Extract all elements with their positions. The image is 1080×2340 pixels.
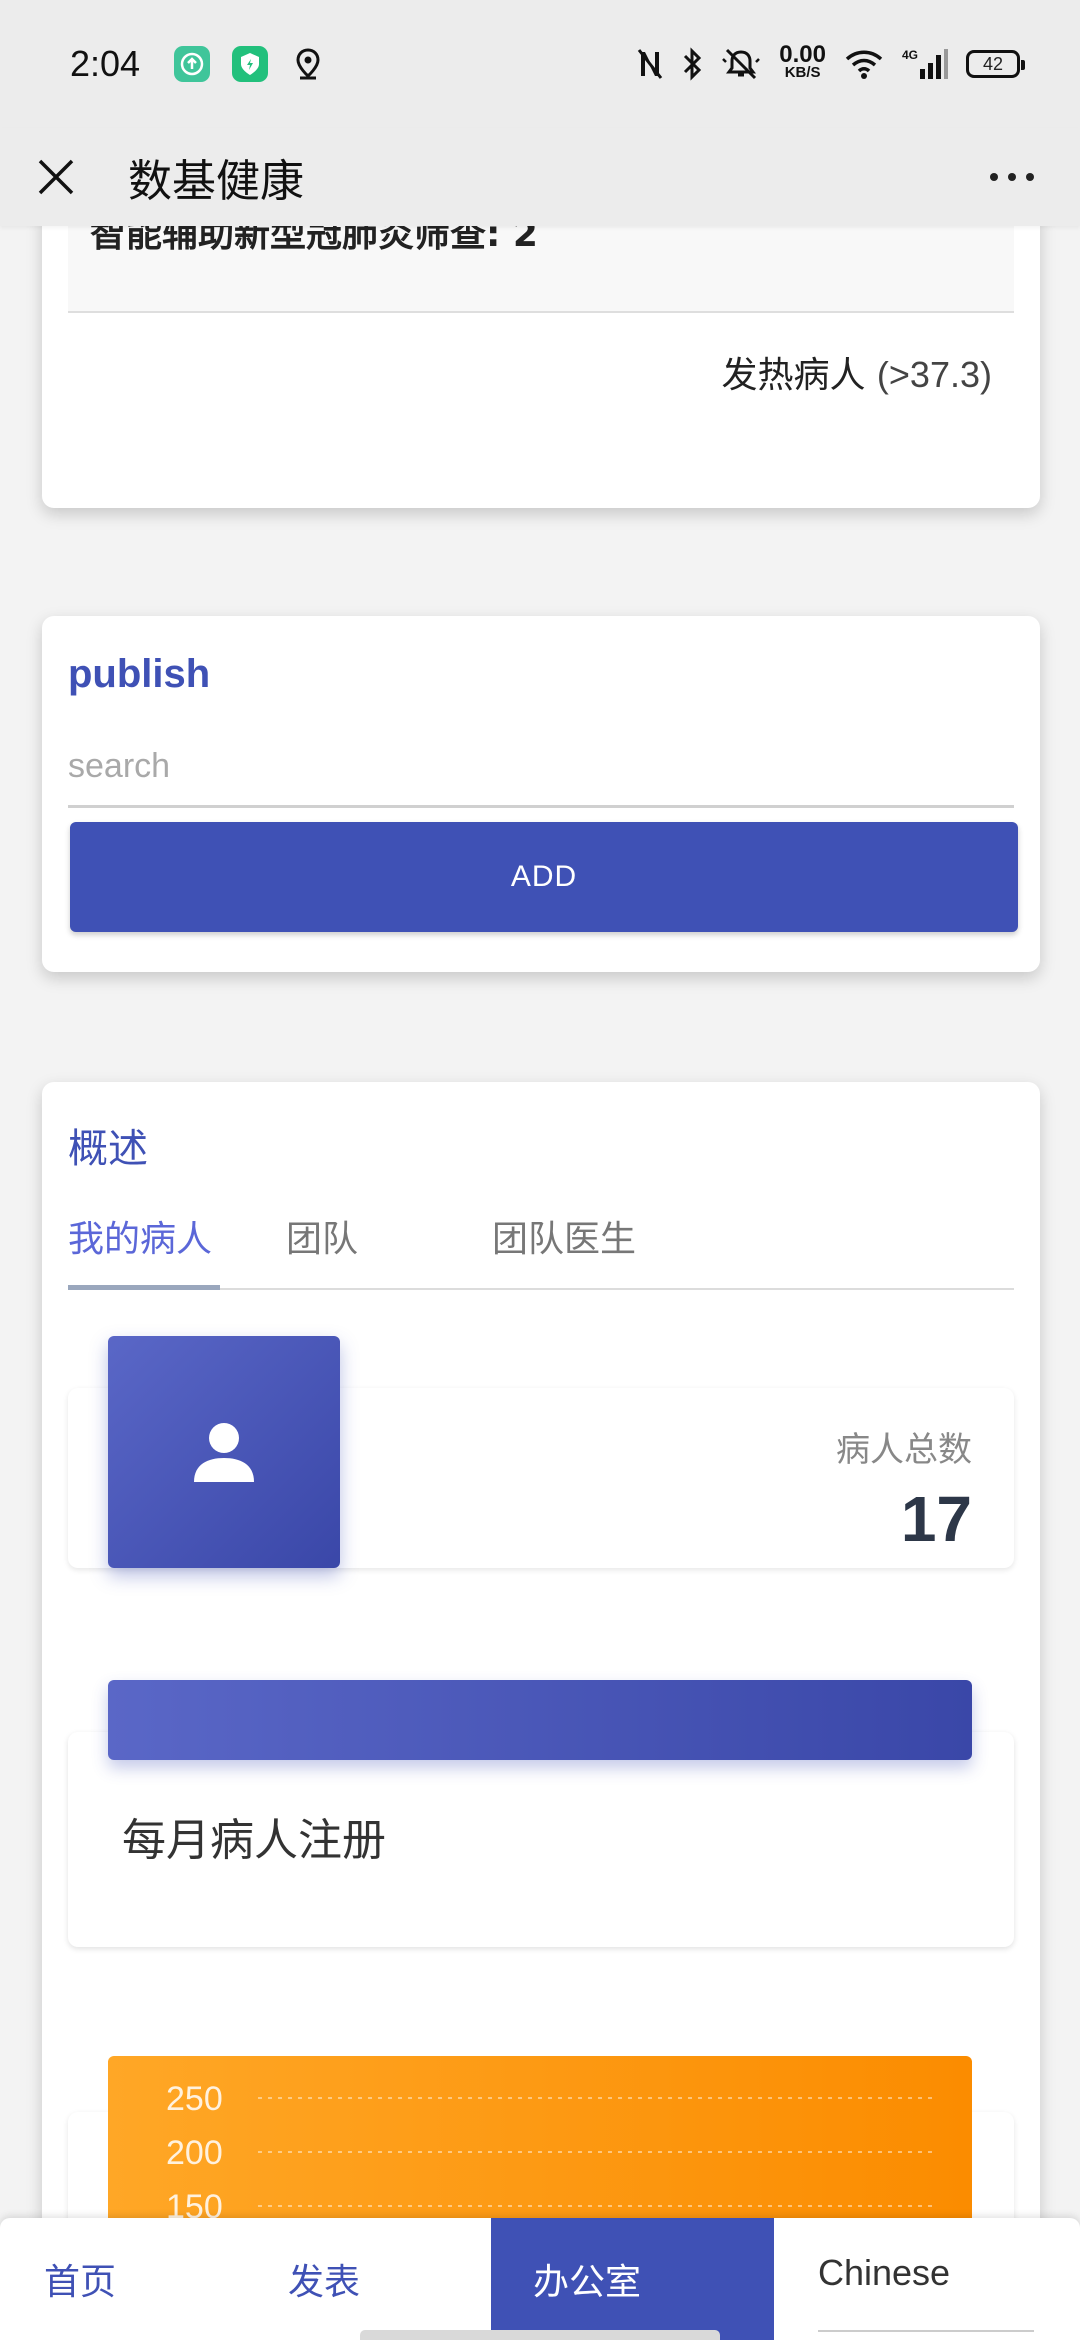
overview-title: 概述 — [68, 1126, 148, 1172]
home-indicator — [360, 2330, 720, 2340]
tab-team[interactable]: 团队 — [286, 1210, 358, 1290]
wifi-icon — [844, 44, 884, 84]
publish-card: publish ADD — [42, 616, 1040, 972]
app-header: 数基健康 — [0, 128, 1080, 226]
nav-office[interactable]: 办公室 — [491, 2218, 774, 2340]
patient-icon-box — [108, 1336, 340, 1568]
tab-my-patients[interactable]: 我的病人 — [68, 1210, 212, 1290]
fever-threshold: (>37.3) — [876, 354, 992, 395]
chart-y-tick-label: 200 — [166, 2134, 223, 2172]
patient-total-value: 17 — [900, 1483, 972, 1555]
system-icons: 0.00 KB/S 4G 42 — [637, 41, 1025, 84]
nav-home[interactable]: 首页 — [0, 2218, 160, 2340]
status-bar: 2:04 0.00 KB/S 4G 42 — [0, 0, 1080, 128]
fever-patients-link[interactable]: 发热病人 (>37.3) — [721, 346, 992, 398]
cellular-signal-icon: 4G — [902, 44, 948, 84]
monthly-registration-header-bar — [108, 1680, 972, 1760]
overview-tabs: 我的病人 团队 团队医生 — [68, 1210, 1014, 1290]
bottom-nav: 首页 发表 办公室 Chinese — [0, 2218, 1080, 2340]
overview-card: 概述 我的病人 团队 团队医生 病人总数 17 每月病人注册 250 200 150 — [42, 1082, 1040, 2340]
more-options-icon[interactable] — [984, 155, 1040, 199]
nfc-icon — [637, 44, 663, 84]
svg-text:4G: 4G — [902, 48, 918, 62]
mute-bell-icon — [721, 44, 761, 84]
notification-icons — [174, 46, 326, 82]
close-icon[interactable] — [34, 155, 78, 199]
publish-title: publish — [68, 652, 211, 696]
chart-y-tick-label: 250 — [166, 2080, 223, 2118]
location-icon — [290, 46, 326, 82]
person-icon — [194, 1423, 254, 1482]
shield-app-icon — [232, 46, 269, 82]
search-input[interactable] — [68, 728, 1014, 808]
language-select[interactable]: Chinese — [818, 2252, 1034, 2332]
nav-publish[interactable]: 发表 — [250, 2218, 410, 2340]
patient-total-label: 病人总数 — [836, 1430, 972, 1470]
app-screen: 2:04 0.00 KB/S 4G 42 数基健康 智能辅助新型冠肺炎筛查: 2… — [0, 0, 1080, 2340]
page-title: 数基健康 — [128, 156, 304, 207]
add-button[interactable]: ADD — [70, 822, 1018, 932]
bluetooth-icon — [681, 44, 703, 84]
fever-label: 发热病人 — [721, 355, 866, 396]
upload-app-icon — [174, 46, 211, 82]
status-time: 2:04 — [70, 43, 141, 84]
monthly-registration-title: 每月病人注册 — [122, 1815, 386, 1866]
network-speed: 0.00 KB/S — [779, 41, 826, 82]
battery-level: 42 — [982, 53, 1004, 74]
active-tab-indicator — [68, 1285, 220, 1290]
tab-team-doctors[interactable]: 团队医生 — [492, 1210, 636, 1290]
battery-icon: 42 — [966, 50, 1025, 78]
